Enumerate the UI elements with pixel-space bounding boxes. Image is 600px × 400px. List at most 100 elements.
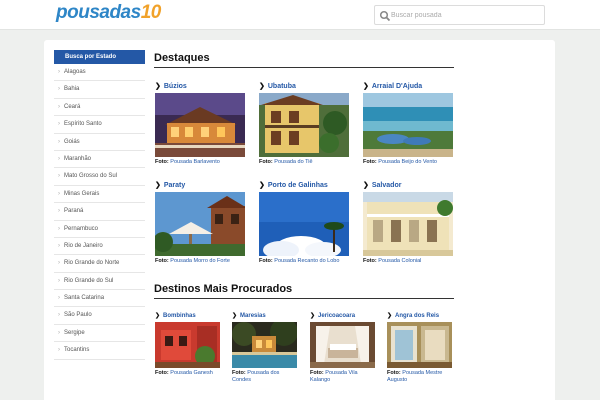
highlight-card-ubatuba[interactable]: ❯ Ubatuba Foto: Pousada do Tiê	[259, 82, 349, 166]
chevron-right-icon: ❯	[232, 313, 238, 319]
popular-name-label: Angra dos Reis	[395, 313, 440, 319]
sidebar-item-sergipe[interactable]: › Sergipe	[54, 325, 145, 343]
popular-card-bombinhas[interactable]: ❯ Bombinhas Foto: Pousada Ganesh	[155, 311, 221, 377]
highlight-name[interactable]: ❯ Ubatuba	[259, 82, 349, 92]
caption-label: Foto:	[155, 159, 169, 165]
sidebar-item-label: Goiás	[64, 138, 80, 145]
caption-label: Foto:	[155, 258, 169, 264]
sidebar-item-label: Pernambuco	[64, 225, 99, 232]
arrow-right-icon: ›	[58, 295, 60, 302]
sidebar-item-label: Santa Catarina	[64, 295, 105, 302]
photo-salvador[interactable]	[363, 192, 453, 256]
highlight-name[interactable]: ❯ Porto de Galinhas	[259, 181, 349, 191]
chevron-right-icon: ❯	[155, 83, 161, 90]
search-box[interactable]	[374, 5, 545, 25]
photo-caption-link[interactable]: Pousada Ganesh	[170, 370, 213, 376]
sidebar-item-label: Alagoas	[64, 69, 86, 75]
sidebar-item-minas-gerais[interactable]: › Minas Gerais	[54, 186, 145, 204]
sidebar-item-label: Rio de Janeiro	[64, 242, 103, 249]
popular-card-angra-dos-reis[interactable]: ❯ Angra dos Reis Foto: Pousada Mestre Aug…	[387, 311, 453, 384]
chevron-right-icon: ❯	[155, 182, 161, 189]
sidebar-item-parana[interactable]: › Paraná	[54, 203, 145, 221]
highlights-title: Destaques	[154, 52, 210, 64]
photo-caption-link[interactable]: Pousada Colonial	[378, 258, 421, 264]
highlight-name-label: Ubatuba	[267, 83, 296, 90]
chevron-right-icon: ❯	[259, 83, 265, 90]
photo-jericoacoara[interactable]	[310, 322, 375, 368]
highlight-name[interactable]: ❯ Búzios	[155, 82, 245, 92]
photo-caption-link[interactable]: Pousada Beijo do Vento	[378, 159, 437, 165]
arrow-right-icon: ›	[58, 121, 60, 128]
sidebar-item-rio-grande-do-sul[interactable]: › Rio Grande do Sul	[54, 273, 145, 291]
sidebar-item-rio-grande-do-norte[interactable]: › Rio Grande do Norte	[54, 255, 145, 273]
sidebar-item-label: Sergipe	[64, 329, 85, 336]
sidebar-item-label: São Paulo	[64, 312, 92, 319]
highlight-card-porto-de-galinhas[interactable]: ❯ Porto de Galinhas Foto: Pousada Recanto…	[259, 181, 349, 265]
arrow-right-icon: ›	[58, 103, 60, 110]
search-input[interactable]	[391, 8, 541, 22]
chevron-right-icon: ❯	[387, 313, 393, 319]
photo-caption-link[interactable]: Pousada Barlavento	[170, 159, 220, 165]
search-icon[interactable]	[379, 10, 391, 22]
sidebar-item-maranhao[interactable]: › Maranhão	[54, 151, 145, 169]
photo-ubatuba[interactable]	[259, 93, 349, 157]
site-logo[interactable]: pousadas10	[56, 2, 161, 24]
photo-paraty[interactable]	[155, 192, 245, 256]
popular-name[interactable]: ❯ Bombinhas	[155, 311, 221, 321]
photo-arraial-dajuda[interactable]	[363, 93, 453, 157]
sidebar-item-mato-grosso-do-sul[interactable]: › Mato Grosso do Sul	[54, 168, 145, 186]
photo-maresias[interactable]	[232, 322, 297, 368]
highlight-card-paraty[interactable]: ❯ Paraty Foto: Pousada Morro do Forte	[155, 181, 245, 265]
arrow-right-icon: ›	[58, 312, 60, 319]
popular-name[interactable]: ❯ Angra dos Reis	[387, 311, 453, 321]
sidebar-item-bahia[interactable]: › Bahia	[54, 81, 145, 99]
popular-name[interactable]: ❯ Maresias	[232, 311, 298, 321]
popular-title: Destinos Mais Procurados	[154, 283, 293, 295]
photo-caption-link[interactable]: Pousada do Tiê	[274, 159, 312, 165]
popular-name-label: Maresias	[240, 313, 266, 319]
arrow-right-icon: ›	[58, 138, 60, 145]
photo-caption-link[interactable]: Pousada Morro do Forte	[170, 258, 230, 264]
highlight-card-arraial-dajuda[interactable]: ❯ Arraial D'Ajuda Foto: Pousada Beijo do …	[363, 82, 453, 166]
sidebar-title: Busca por Estado	[54, 50, 145, 64]
sidebar-item-label: Tocantins	[64, 347, 90, 354]
photo-caption-link[interactable]: Pousada Recanto do Lobo	[274, 258, 339, 264]
logo-text: pousadas	[56, 2, 141, 23]
sidebar-item-label: Minas Gerais	[64, 190, 100, 197]
sidebar-item-label: Espírito Santo	[64, 121, 102, 128]
highlight-name-label: Porto de Galinhas	[267, 182, 328, 189]
popular-card-maresias[interactable]: ❯ Maresias Foto: Pousada dos Condes	[232, 311, 298, 384]
arrow-right-icon: ›	[58, 260, 60, 267]
sidebar-item-label: Paraná	[64, 208, 84, 215]
sidebar-item-rio-de-janeiro[interactable]: › Rio de Janeiro	[54, 238, 145, 256]
highlight-card-salvador[interactable]: ❯ Salvador Foto: Pousada Colonial	[363, 181, 453, 265]
sidebar-item-pernambuco[interactable]: › Pernambuco	[54, 221, 145, 238]
sidebar-item-santa-catarina[interactable]: › Santa Catarina	[54, 290, 145, 308]
caption-label: Foto:	[387, 370, 401, 376]
sidebar-item-label: Rio Grande do Norte	[64, 260, 120, 267]
photo-buzios[interactable]	[155, 93, 245, 157]
caption-label: Foto:	[310, 370, 324, 376]
photo-bombinhas[interactable]	[155, 322, 220, 368]
highlight-name[interactable]: ❯ Arraial D'Ajuda	[363, 82, 453, 92]
section-divider	[154, 298, 454, 299]
sidebar-item-tocantins[interactable]: › Tocantins	[54, 342, 145, 360]
highlight-name[interactable]: ❯ Paraty	[155, 181, 245, 191]
sidebar-item-ceara[interactable]: › Ceará	[54, 99, 145, 117]
popular-card-jericoacoara[interactable]: ❯ Jericoacoara Foto: Pousada Vila Kalango	[310, 311, 376, 384]
arrow-right-icon: ›	[58, 242, 60, 249]
popular-name[interactable]: ❯ Jericoacoara	[310, 311, 376, 321]
chevron-right-icon: ❯	[310, 313, 316, 319]
sidebar-item-alagoas[interactable]: › Alagoas	[54, 64, 145, 82]
photo-angra-dos-reis[interactable]	[387, 322, 452, 368]
highlight-name[interactable]: ❯ Salvador	[363, 181, 453, 191]
caption-label: Foto:	[232, 370, 246, 376]
sidebar-item-label: Rio Grande do Sul	[64, 277, 114, 284]
sidebar-item-sao-paulo[interactable]: › São Paulo	[54, 307, 145, 325]
sidebar-item-goias[interactable]: › Goiás	[54, 134, 145, 151]
photo-porto-de-galinhas[interactable]	[259, 192, 349, 256]
highlight-card-buzios[interactable]: ❯ Búzios Foto: Pousada Barlavento	[155, 82, 245, 166]
state-sidebar: Busca por Estado › Alagoas › Bahia › Ceará …	[54, 50, 145, 360]
highlight-name-label: Salvador	[371, 182, 402, 189]
sidebar-item-espirito-santo[interactable]: › Espírito Santo	[54, 116, 145, 134]
